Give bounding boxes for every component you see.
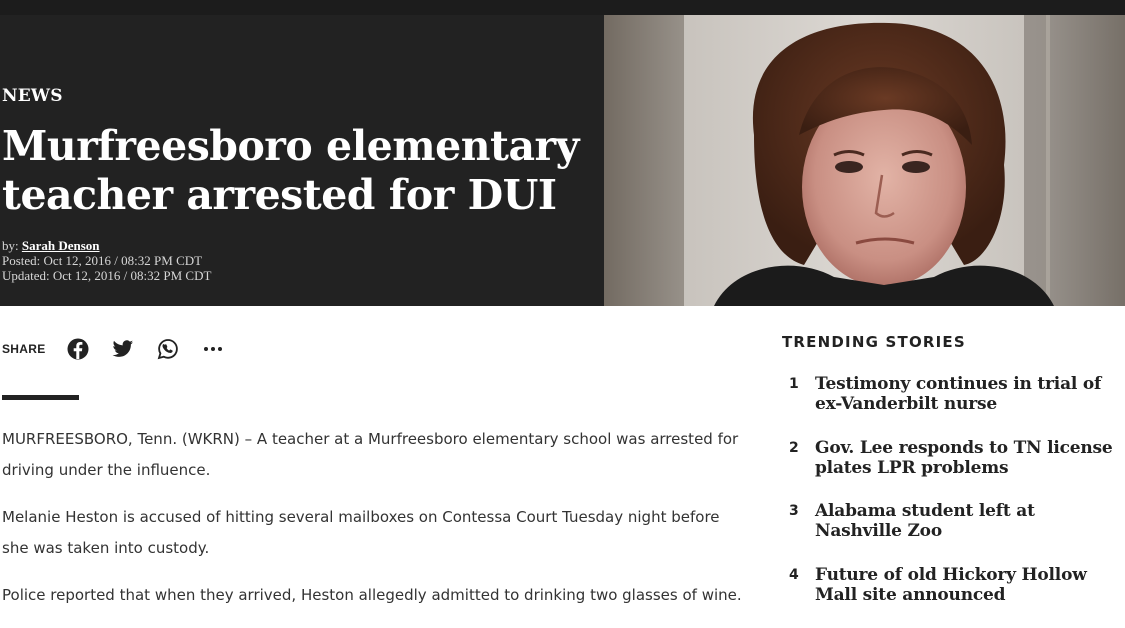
divider-rule [2,395,79,400]
whatsapp-icon[interactable] [157,338,179,360]
trending-link[interactable]: Testimony continues in trial of ex-Vande… [815,374,1120,414]
trending-number: 4 [782,565,815,585]
top-strip [0,0,1125,15]
trending-list: 1 Testimony continues in trial of ex-Van… [782,374,1122,628]
trending-item[interactable]: 3 Alabama student left at Nashville Zoo [782,501,1122,565]
trending-number: 1 [782,374,815,394]
trending-item[interactable]: 1 Testimony continues in trial of ex-Van… [782,374,1122,438]
twitter-icon[interactable] [112,338,134,360]
trending-item[interactable]: 4 Future of old Hickory Hollow Mall site… [782,565,1122,628]
more-icon[interactable] [202,338,224,360]
trending-link[interactable]: Future of old Hickory Hollow Mall site a… [815,565,1120,605]
mugshot-photo [604,15,1125,306]
author-link[interactable]: Sarah Denson [22,238,100,253]
trending-link[interactable]: Gov. Lee responds to TN license plates L… [815,438,1120,478]
trending-stories: TRENDING STORIES 1 Testimony continues i… [782,333,1122,628]
headline: Murfreesboro elementary teacher arrested… [2,122,592,220]
article-hero: NEWS Murfreesboro elementary teacher arr… [0,0,1125,306]
category-label[interactable]: NEWS [2,86,592,106]
article-paragraph: MURFREESBORO, Tenn. (WKRN) – A teacher a… [2,424,750,486]
share-bar: SHARE [2,336,247,362]
updated-date: Updated: Oct 12, 2016 / 08:32 PM CDT [2,268,592,283]
trending-item[interactable]: 2 Gov. Lee responds to TN license plates… [782,438,1122,502]
posted-date: Posted: Oct 12, 2016 / 08:32 PM CDT [2,253,592,268]
trending-title: TRENDING STORIES [782,333,1122,351]
article-body: MURFREESBORO, Tenn. (WKRN) – A teacher a… [2,424,750,627]
article-paragraph: Melanie Heston is accused of hitting sev… [2,502,750,564]
byline-prefix: by: [2,238,19,253]
article-paragraph: Police reported that when they arrived, … [2,580,750,611]
trending-number: 2 [782,438,815,458]
trending-link[interactable]: Alabama student left at Nashville Zoo [815,501,1120,541]
mugshot-image [604,15,1125,306]
article-meta: by: Sarah Denson Posted: Oct 12, 2016 / … [2,238,592,283]
share-label: SHARE [2,342,46,356]
hero-text: NEWS Murfreesboro elementary teacher arr… [2,86,592,283]
byline: by: Sarah Denson [2,238,592,253]
trending-number: 3 [782,501,815,521]
facebook-icon[interactable] [67,338,89,360]
